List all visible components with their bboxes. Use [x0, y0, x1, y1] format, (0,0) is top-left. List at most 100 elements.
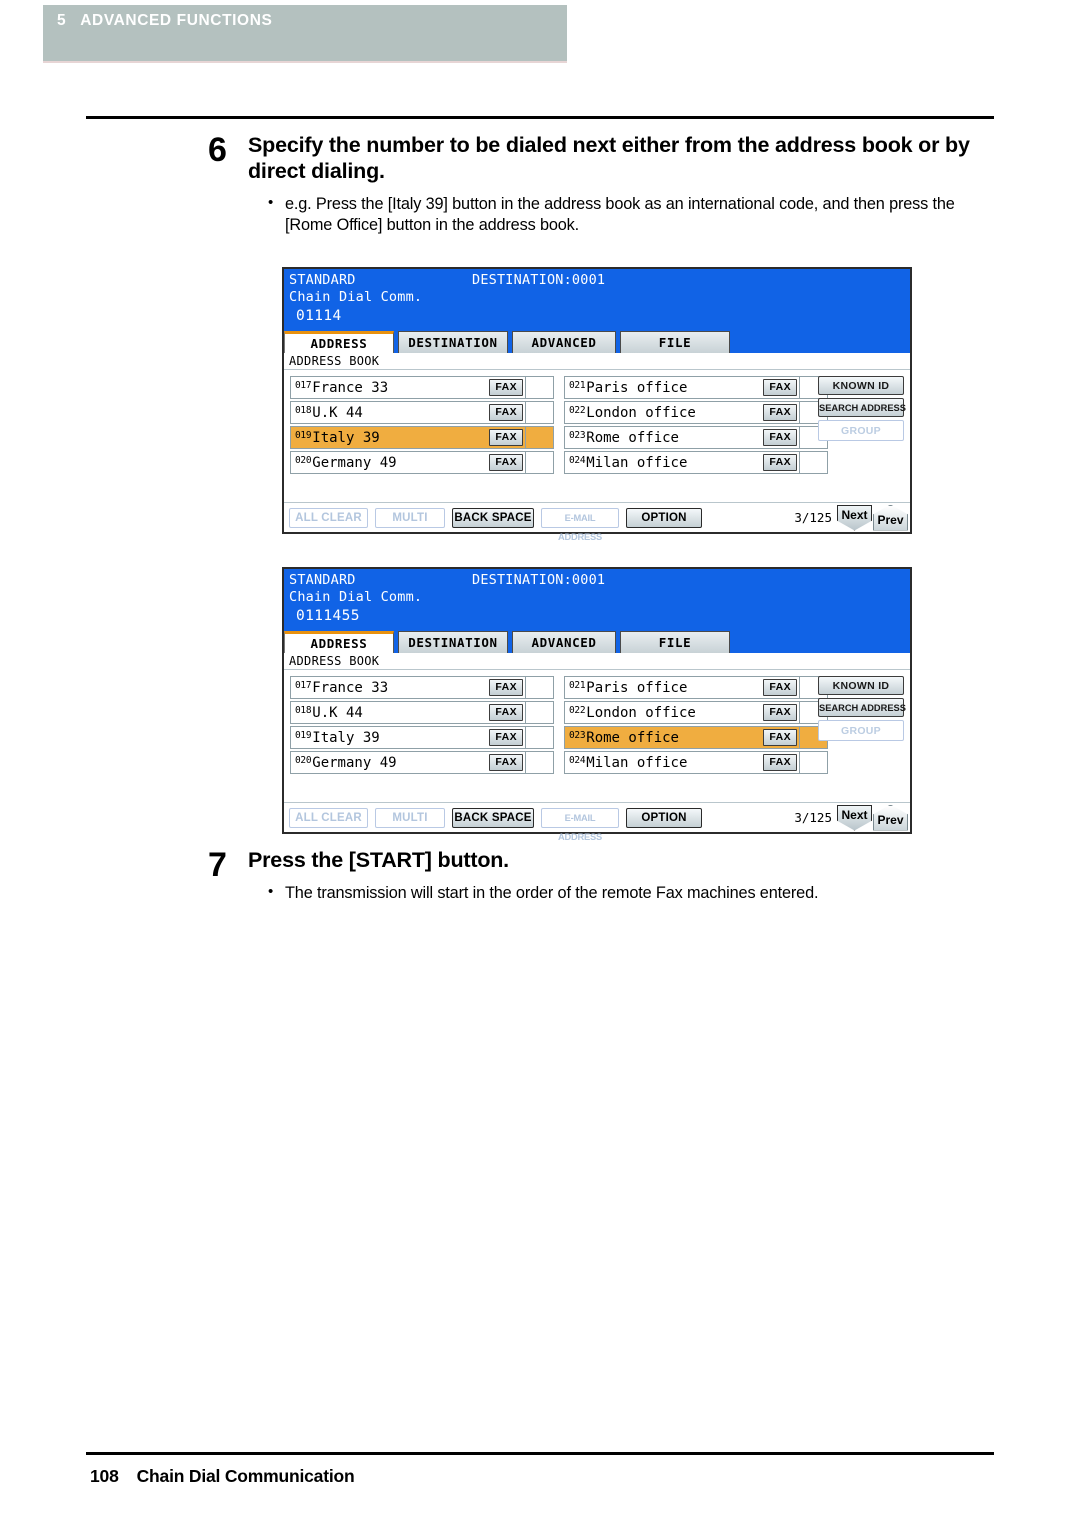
- top-rule: [86, 116, 994, 119]
- known-id-button[interactable]: KNOWN ID: [818, 376, 904, 395]
- all-clear-button[interactable]: ALL CLEAR: [289, 807, 368, 828]
- email-address-button[interactable]: E-MAIL ADDRESS: [541, 807, 619, 842]
- fax-chip[interactable]: FAX: [489, 379, 523, 396]
- entry-name: Italy 39: [312, 429, 380, 446]
- list-item[interactable]: 018 U.K 44 FAX: [290, 701, 554, 724]
- fax-chip[interactable]: FAX: [763, 754, 797, 771]
- panel-1-body: 017 France 33 FAX 021 Paris office FAX 0…: [284, 370, 910, 502]
- fax-chip[interactable]: FAX: [763, 704, 797, 721]
- fax-chip[interactable]: FAX: [489, 704, 523, 721]
- panel-1-dial-number: 01114: [296, 308, 342, 324]
- panel-1-address-book-label: ADDRESS BOOK: [284, 353, 910, 370]
- entry-id: 020: [295, 455, 312, 466]
- entry-id: 021: [569, 380, 586, 391]
- step-6: 6 Specify the number to be dialed next e…: [208, 133, 998, 237]
- list-item-selected[interactable]: 019 Italy 39 FAX: [290, 426, 554, 449]
- list-item-selected[interactable]: 023 Rome office FAX: [564, 726, 828, 749]
- entry-id: 024: [569, 455, 586, 466]
- prev-button[interactable]: Prev: [873, 504, 908, 531]
- panel-2-tab-advanced[interactable]: ADVANCED: [512, 631, 616, 653]
- fax-chip[interactable]: FAX: [489, 404, 523, 421]
- page-footer: 108 Chain Dial Communication: [90, 1466, 355, 1487]
- entry-id: 019: [295, 730, 312, 741]
- step-7-number: 7: [208, 846, 227, 884]
- bottom-rule: [86, 1452, 994, 1455]
- chapter-number: 5: [57, 12, 67, 29]
- panel-1-tab-advanced[interactable]: ADVANCED: [512, 331, 616, 353]
- list-item[interactable]: 020 Germany 49 FAX: [290, 751, 554, 774]
- panel-2-tab-address[interactable]: ADDRESS: [284, 631, 394, 653]
- entry-tail-slot: [799, 452, 827, 473]
- entry-name: France 33: [312, 379, 389, 396]
- back-space-button[interactable]: BACK SPACE: [452, 807, 534, 828]
- list-item[interactable]: 020 Germany 49 FAX: [290, 451, 554, 474]
- panel-2-tab-file[interactable]: FILE: [620, 631, 730, 653]
- panel-2-address-book-label: ADDRESS BOOK: [284, 653, 910, 670]
- group-button[interactable]: GROUP: [818, 420, 904, 441]
- email-address-button[interactable]: E-MAIL ADDRESS: [541, 507, 619, 542]
- entry-name: Italy 39: [312, 729, 380, 746]
- footer-section-title: Chain Dial Communication: [136, 1466, 355, 1486]
- list-item[interactable]: 022 London office FAX: [564, 701, 828, 724]
- search-address-button[interactable]: SEARCH ADDRESS: [818, 698, 906, 717]
- entry-name: London office: [586, 704, 696, 721]
- entry-tail-slot: [525, 752, 553, 773]
- entry-name: Paris office: [586, 379, 688, 396]
- known-id-button[interactable]: KNOWN ID: [818, 676, 904, 695]
- list-item[interactable]: 021 Paris office FAX: [564, 376, 828, 399]
- step-6-bullet: e.g. Press the [Italy 39] button in the …: [248, 193, 998, 238]
- entry-name: Paris office: [586, 679, 688, 696]
- panel-2-side-buttons: KNOWN ID SEARCH ADDRESS GROUP: [818, 676, 906, 741]
- list-item[interactable]: 017 France 33 FAX: [290, 676, 554, 699]
- fax-chip[interactable]: FAX: [489, 429, 523, 446]
- step-7-title: Press the [START] button.: [248, 848, 509, 872]
- list-item[interactable]: 021 Paris office FAX: [564, 676, 828, 699]
- next-button[interactable]: Next: [837, 804, 872, 831]
- list-item[interactable]: 023 Rome office FAX: [564, 426, 828, 449]
- panel-1-tab-row: ADDRESS DESTINATION ADVANCED FILE: [284, 330, 910, 353]
- list-item[interactable]: 022 London office FAX: [564, 401, 828, 424]
- panel-2-destination: DESTINATION:0001: [472, 572, 606, 588]
- fax-chip[interactable]: FAX: [763, 454, 797, 471]
- entry-tail-slot: [525, 377, 553, 398]
- panel-2-tab-destination[interactable]: DESTINATION: [398, 631, 508, 653]
- multi-button[interactable]: MULTI: [375, 807, 445, 828]
- list-item[interactable]: 024 Milan office FAX: [564, 451, 828, 474]
- all-clear-button[interactable]: ALL CLEAR: [289, 507, 368, 528]
- panel-2-subtitle: Chain Dial Comm.: [289, 589, 423, 605]
- list-item[interactable]: 017 France 33 FAX: [290, 376, 554, 399]
- list-item[interactable]: 018 U.K 44 FAX: [290, 401, 554, 424]
- option-button[interactable]: OPTION: [626, 507, 702, 528]
- step-7: 7 Press the [START] button. The transmis…: [208, 848, 998, 905]
- fax-chip[interactable]: FAX: [763, 679, 797, 696]
- list-item[interactable]: 019 Italy 39 FAX: [290, 726, 554, 749]
- entry-name: Milan office: [586, 754, 688, 771]
- entry-tail-slot: [799, 752, 827, 773]
- entry-id: 017: [295, 380, 312, 391]
- fax-chip[interactable]: FAX: [489, 679, 523, 696]
- entry-id: 021: [569, 680, 586, 691]
- fax-chip[interactable]: FAX: [489, 454, 523, 471]
- panel-1-tab-address[interactable]: ADDRESS: [284, 331, 394, 353]
- entry-tail-slot: [525, 727, 553, 748]
- prev-button[interactable]: Prev: [873, 804, 908, 831]
- fax-chip[interactable]: FAX: [763, 429, 797, 446]
- panel-1-tab-file[interactable]: FILE: [620, 331, 730, 353]
- group-button[interactable]: GROUP: [818, 720, 904, 741]
- multi-button[interactable]: MULTI: [375, 507, 445, 528]
- option-button[interactable]: OPTION: [626, 807, 702, 828]
- search-address-button[interactable]: SEARCH ADDRESS: [818, 398, 906, 417]
- fax-chip[interactable]: FAX: [763, 379, 797, 396]
- back-space-button[interactable]: BACK SPACE: [452, 507, 534, 528]
- list-item[interactable]: 024 Milan office FAX: [564, 751, 828, 774]
- fax-chip[interactable]: FAX: [489, 754, 523, 771]
- fax-chip[interactable]: FAX: [763, 729, 797, 746]
- next-button[interactable]: Next: [837, 504, 872, 531]
- panel-1-tab-destination[interactable]: DESTINATION: [398, 331, 508, 353]
- panel-2-header: STANDARD DESTINATION:0001 Chain Dial Com…: [284, 569, 910, 630]
- entry-id: 023: [569, 730, 586, 741]
- entry-name: Germany 49: [312, 754, 397, 771]
- entry-name: France 33: [312, 679, 389, 696]
- fax-chip[interactable]: FAX: [489, 729, 523, 746]
- fax-chip[interactable]: FAX: [763, 404, 797, 421]
